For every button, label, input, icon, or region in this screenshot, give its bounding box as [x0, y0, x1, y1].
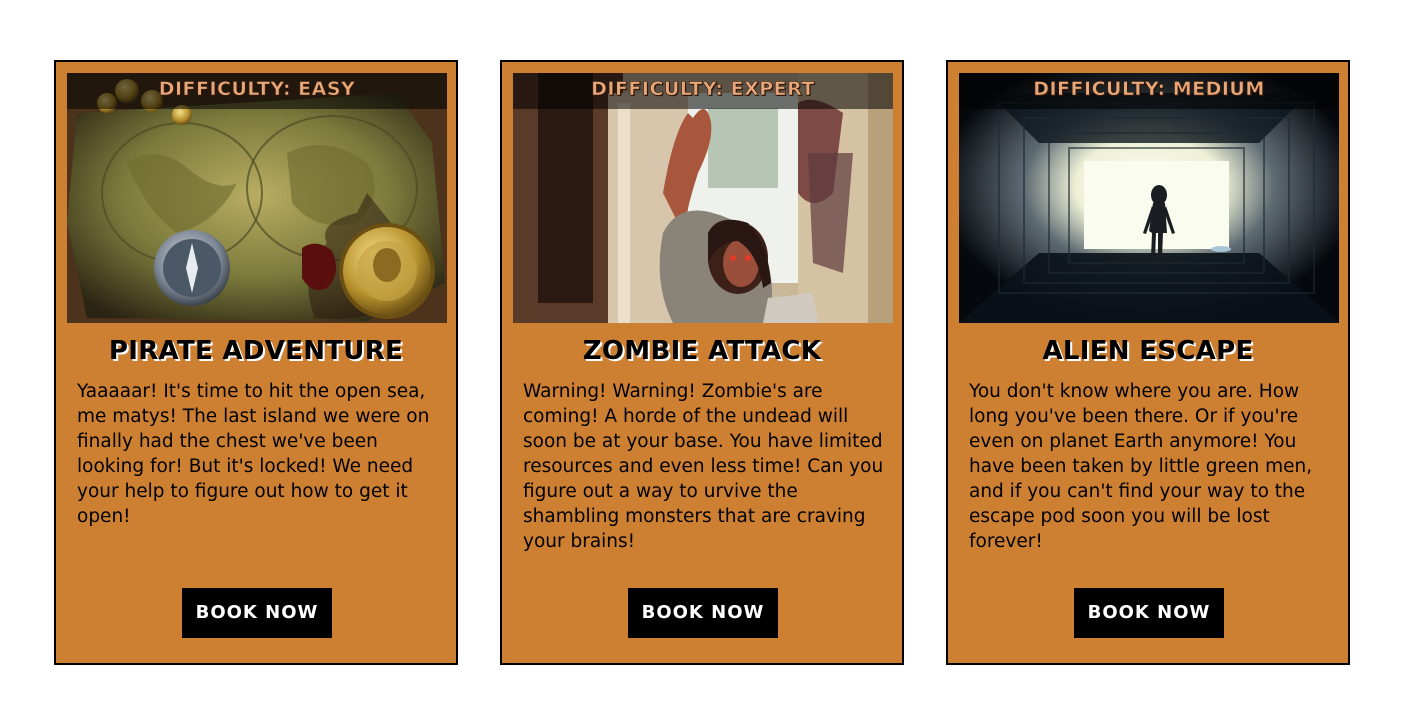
room-card-zombie-attack: DIFFICULTY: EXPERT ZOMBIE ATTACK Warning…: [500, 60, 904, 665]
alien-tunnel-image: [959, 73, 1339, 323]
difficulty-label: DIFFICULTY: EXPERT: [513, 73, 893, 109]
difficulty-label: DIFFICULTY: EASY: [67, 73, 447, 109]
card-title: ZOMBIE ATTACK: [582, 336, 822, 366]
card-image-alien-tunnel: DIFFICULTY: MEDIUM: [959, 73, 1339, 323]
room-cards-grid: DIFFICULTY: EASY PIRATE ADVENTURE Yaaaaa…: [0, 0, 1408, 721]
pirate-map-image: [67, 73, 447, 323]
room-card-alien-escape: DIFFICULTY: MEDIUM ALIEN ESCAPE You don'…: [946, 60, 1350, 665]
card-image-zombie: DIFFICULTY: EXPERT: [513, 73, 893, 323]
card-title: ALIEN ESCAPE: [1042, 336, 1254, 366]
book-now-button[interactable]: BOOK NOW: [182, 588, 332, 638]
difficulty-label: DIFFICULTY: MEDIUM: [959, 73, 1339, 109]
card-description: You don't know where you are. How long y…: [969, 381, 1313, 552]
book-now-button[interactable]: BOOK NOW: [628, 588, 778, 638]
zombie-window-image: [513, 73, 893, 323]
card-description: Yaaaaar! It's time to hit the open sea, …: [77, 381, 430, 527]
card-title: PIRATE ADVENTURE: [108, 336, 404, 366]
card-image-pirate-map: DIFFICULTY: EASY: [67, 73, 447, 323]
card-description: Warning! Warning! Zombie's are coming! A…: [523, 381, 884, 552]
book-now-button[interactable]: BOOK NOW: [1074, 588, 1224, 638]
room-card-pirate-adventure: DIFFICULTY: EASY PIRATE ADVENTURE Yaaaaa…: [54, 60, 458, 665]
